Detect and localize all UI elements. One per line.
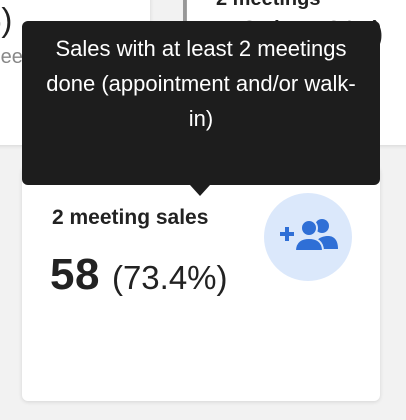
stat-card-number: 58 [50,250,100,299]
stat-card-two-meeting-sales[interactable]: 2 meeting sales 58 (73.4%) [22,166,380,401]
stat-card-value: 58 (73.4%) [50,250,228,300]
add-group-icon-svg [280,219,338,252]
tooltip-arrow [190,185,210,196]
tooltip-text: Sales with at least 2 meetings done (app… [46,36,356,131]
stat-card-left-value: %) [0,1,13,38]
tooltip: Sales with at least 2 meetings done (app… [22,21,380,185]
stat-card-percent: (73.4%) [111,259,228,296]
stat-card-right-heading: 2 meetings [216,0,320,11]
stat-card-title: 2 meeting sales [52,206,209,229]
add-group-icon [264,193,352,281]
